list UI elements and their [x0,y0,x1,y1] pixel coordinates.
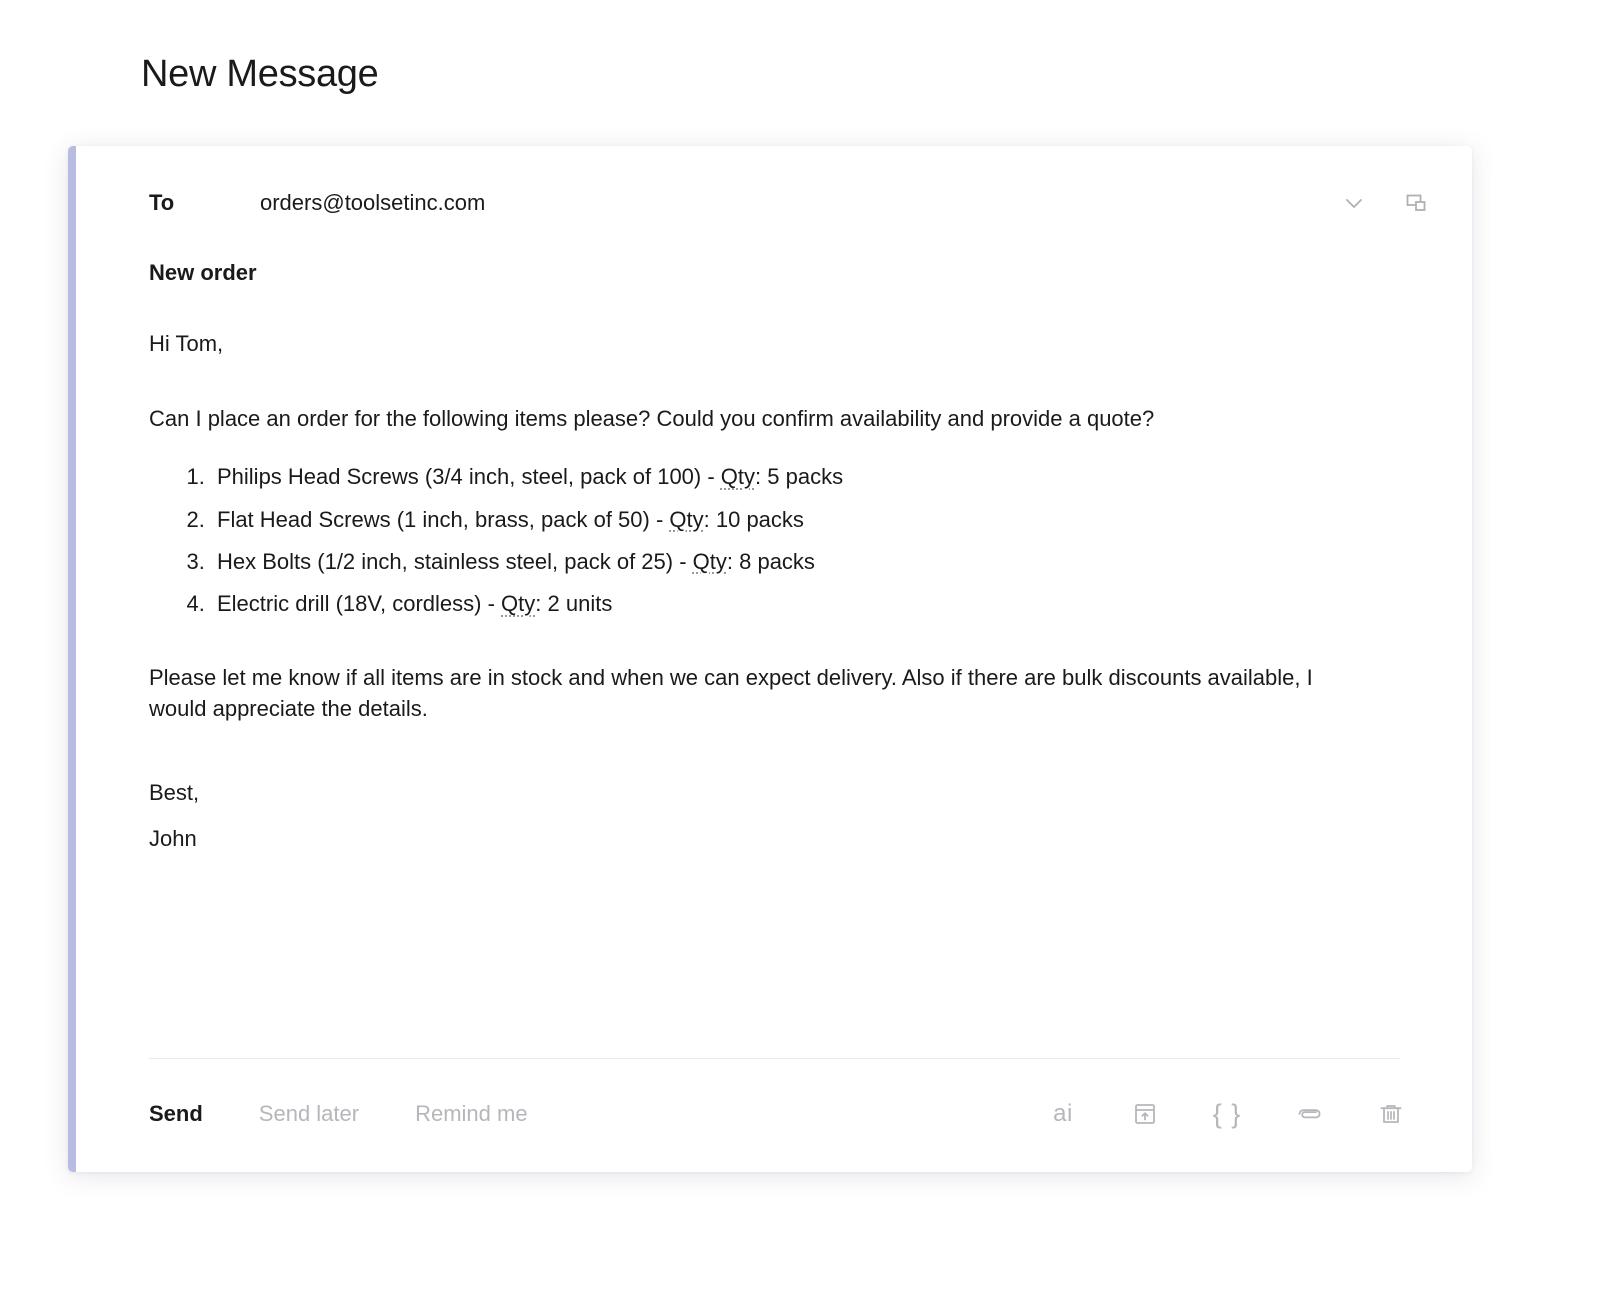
qty-label: Qty [669,506,704,532]
qty-value: : 5 packs [755,464,844,490]
header-actions [1340,189,1436,217]
insert-template-icon[interactable] [1130,1099,1160,1129]
paragraph-request: Can I place an order for the following i… [149,405,1155,431]
order-item-list: Philips Head Screws (3/4 inch, steel, pa… [149,464,1399,618]
to-input[interactable]: orders@toolsetinc.com [260,190,1340,216]
compose-page: New Message To orders@toolsetinc.com New… [0,0,1598,1308]
footer-divider [149,1058,1400,1059]
sign-off: Best, [149,780,200,806]
list-item: Philips Head Screws (3/4 inch, steel, pa… [211,464,1399,490]
compose-card: To orders@toolsetinc.com New order Hi To… [68,146,1472,1172]
qty-value: : 2 units [535,591,613,617]
item-description: Electric drill (18V, cordless) - [217,591,502,617]
ai-icon[interactable]: ai [1048,1099,1078,1129]
sender-name: John [149,826,197,852]
card-accent-bar [68,146,76,1172]
to-label: To [149,190,175,215]
qty-value: : 10 packs [703,506,804,532]
qty-value: : 8 packs [726,548,815,574]
item-description: Philips Head Screws (3/4 inch, steel, pa… [217,464,721,490]
chevron-down-icon[interactable] [1340,189,1368,217]
remind-me-button[interactable]: Remind me [415,1101,527,1127]
list-item: Hex Bolts (1/2 inch, stainless steel, pa… [211,549,1399,575]
message-body[interactable]: New order Hi Tom, Can I place an order f… [76,258,1472,863]
footer-actions-right: ai { } [1048,1099,1406,1129]
signature-block: Best, John [149,770,1399,862]
qty-label: Qty [720,464,756,490]
popout-window-icon[interactable] [1402,189,1430,217]
footer-actions-left: Send Send later Remind me [149,1101,528,1127]
qty-label: Qty [501,591,536,617]
attachment-icon[interactable] [1294,1099,1324,1129]
send-later-button[interactable]: Send later [259,1101,359,1127]
variables-icon[interactable]: { } [1212,1099,1242,1129]
list-item: Electric drill (18V, cordless) - Qty: 2 … [211,591,1399,617]
item-description: Flat Head Screws (1 inch, brass, pack of… [217,506,670,532]
recipient-row: To orders@toolsetinc.com [76,146,1472,230]
paragraph-closing: Please let me know if all items are in s… [149,664,1313,721]
compose-footer: Send Send later Remind me ai {} [149,1080,1406,1148]
trash-icon[interactable] [1376,1099,1406,1129]
item-description: Hex Bolts (1/2 inch, stainless steel, pa… [217,548,693,574]
list-item: Flat Head Screws (1 inch, brass, pack of… [211,507,1399,533]
variables-icon-label: { } [1212,1098,1242,1129]
send-button[interactable]: Send [149,1101,203,1127]
page-title: New Message [141,53,379,95]
subject-line[interactable]: New order [149,258,1399,288]
ai-icon-label: ai [1053,1100,1073,1127]
greeting-text: Hi Tom, [149,330,224,356]
qty-label: Qty [692,548,727,574]
compose-card-body: To orders@toolsetinc.com New order Hi To… [76,146,1472,1172]
